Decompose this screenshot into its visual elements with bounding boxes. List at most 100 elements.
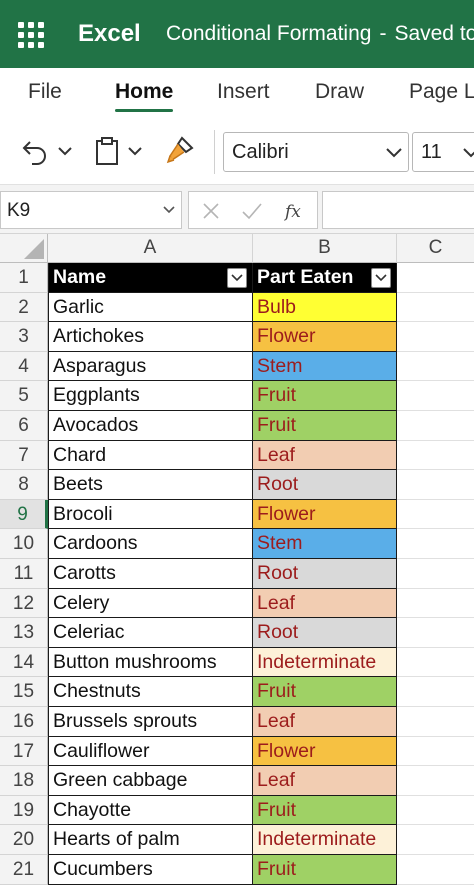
- empty-cell[interactable]: [397, 766, 474, 796]
- name-cell[interactable]: Eggplants: [48, 381, 253, 411]
- part-eaten-cell[interactable]: Fruit: [253, 795, 397, 826]
- row-number[interactable]: 11: [0, 559, 48, 589]
- part-eaten-cell[interactable]: Fruit: [253, 381, 397, 411]
- name-cell[interactable]: Avocados: [48, 411, 253, 441]
- formula-input[interactable]: [322, 191, 474, 229]
- empty-cell[interactable]: [397, 825, 474, 855]
- tab-home[interactable]: Home: [115, 80, 173, 104]
- empty-cell[interactable]: [397, 707, 474, 737]
- row-number[interactable]: 4: [0, 351, 48, 382]
- row-number[interactable]: 14: [0, 647, 48, 678]
- part-eaten-cell[interactable]: Fruit: [253, 855, 397, 885]
- empty-cell[interactable]: [397, 470, 474, 500]
- name-cell[interactable]: Celeriac: [48, 618, 253, 648]
- name-cell[interactable]: Celery: [48, 588, 253, 619]
- name-cell[interactable]: Chayotte: [48, 795, 253, 826]
- tab-insert[interactable]: Insert: [217, 80, 270, 104]
- part-eaten-cell[interactable]: Fruit: [253, 677, 397, 707]
- part-eaten-cell[interactable]: Leaf: [253, 440, 397, 471]
- empty-cell[interactable]: [397, 529, 474, 559]
- fx-icon[interactable]: fx: [283, 199, 307, 223]
- name-cell[interactable]: Hearts of palm: [48, 825, 253, 855]
- part-eaten-cell[interactable]: Flower: [253, 322, 397, 352]
- row-number[interactable]: 8: [0, 470, 48, 500]
- row-number[interactable]: 18: [0, 766, 48, 796]
- filter-dropdown-icon[interactable]: [227, 268, 247, 288]
- check-icon[interactable]: [241, 201, 263, 221]
- name-cell[interactable]: Cucumbers: [48, 855, 253, 885]
- part-eaten-cell[interactable]: Fruit: [253, 411, 397, 441]
- empty-cell[interactable]: [397, 441, 474, 471]
- chevron-down-icon[interactable]: [128, 146, 142, 156]
- header-cell-part[interactable]: Part Eaten: [253, 263, 397, 293]
- name-cell[interactable]: Green cabbage: [48, 766, 253, 796]
- empty-cell[interactable]: [397, 381, 474, 411]
- name-cell[interactable]: Cardoons: [48, 529, 253, 559]
- part-eaten-cell[interactable]: Leaf: [253, 588, 397, 619]
- undo-icon[interactable]: [20, 136, 50, 166]
- row-number[interactable]: 12: [0, 588, 48, 619]
- close-icon[interactable]: [201, 201, 221, 221]
- empty-cell[interactable]: [397, 855, 474, 885]
- part-eaten-cell[interactable]: Indeterminate: [253, 647, 397, 678]
- name-cell[interactable]: Artichokes: [48, 322, 253, 352]
- row-number[interactable]: 7: [0, 440, 48, 471]
- tab-draw[interactable]: Draw: [315, 80, 364, 104]
- font-name-dropdown[interactable]: Calibri: [223, 132, 409, 172]
- name-cell[interactable]: Brussels sprouts: [48, 707, 253, 737]
- row-number[interactable]: 21: [0, 855, 48, 885]
- tab-page-layout[interactable]: Page La: [409, 80, 474, 104]
- row-number[interactable]: 15: [0, 677, 48, 707]
- name-cell[interactable]: Cauliflower: [48, 736, 253, 767]
- name-cell[interactable]: Carotts: [48, 559, 253, 589]
- name-cell[interactable]: Garlic: [48, 292, 253, 323]
- empty-cell[interactable]: [397, 677, 474, 707]
- part-eaten-cell[interactable]: Flower: [253, 736, 397, 767]
- part-eaten-cell[interactable]: Stem: [253, 529, 397, 559]
- part-eaten-cell[interactable]: Indeterminate: [253, 825, 397, 855]
- row-number[interactable]: 6: [0, 411, 48, 441]
- row-number[interactable]: 9: [0, 499, 48, 530]
- part-eaten-cell[interactable]: Root: [253, 618, 397, 648]
- tab-file[interactable]: File: [28, 80, 62, 104]
- font-size-dropdown[interactable]: 11: [412, 132, 474, 172]
- app-launcher-icon[interactable]: [18, 22, 44, 48]
- part-eaten-cell[interactable]: Root: [253, 470, 397, 500]
- name-cell[interactable]: Button mushrooms: [48, 647, 253, 678]
- app-name[interactable]: Excel: [78, 20, 141, 48]
- column-header-a[interactable]: A: [48, 234, 253, 263]
- part-eaten-cell[interactable]: Bulb: [253, 292, 397, 323]
- row-number[interactable]: 1: [0, 263, 48, 293]
- row-number[interactable]: 13: [0, 618, 48, 648]
- name-cell[interactable]: Chestnuts: [48, 677, 253, 707]
- row-number[interactable]: 16: [0, 707, 48, 737]
- name-box[interactable]: K9: [0, 191, 182, 229]
- empty-cell[interactable]: [397, 589, 474, 619]
- empty-cell[interactable]: [397, 796, 474, 826]
- select-all-corner[interactable]: [0, 234, 48, 263]
- name-cell[interactable]: Chard: [48, 440, 253, 471]
- part-eaten-cell[interactable]: Flower: [253, 499, 397, 530]
- part-eaten-cell[interactable]: Stem: [253, 351, 397, 382]
- empty-cell[interactable]: [397, 411, 474, 441]
- empty-cell[interactable]: [397, 500, 474, 530]
- name-cell[interactable]: Brocoli: [48, 499, 253, 530]
- row-number[interactable]: 3: [0, 322, 48, 352]
- filter-dropdown-icon[interactable]: [371, 268, 391, 288]
- row-number[interactable]: 5: [0, 381, 48, 411]
- empty-cell[interactable]: [397, 352, 474, 382]
- row-number[interactable]: 20: [0, 825, 48, 855]
- column-header-b[interactable]: B: [253, 234, 397, 263]
- chevron-down-icon[interactable]: [58, 146, 72, 156]
- part-eaten-cell[interactable]: Leaf: [253, 707, 397, 737]
- spreadsheet-grid[interactable]: A B C 1 Name Part Eaten 2 Garlic Bulb 3 Arti…: [0, 234, 474, 890]
- empty-cell[interactable]: [397, 737, 474, 767]
- format-painter-icon[interactable]: [166, 134, 196, 166]
- row-number[interactable]: 19: [0, 795, 48, 826]
- part-eaten-cell[interactable]: Leaf: [253, 766, 397, 796]
- empty-cell[interactable]: [397, 322, 474, 352]
- name-cell[interactable]: Asparagus: [48, 351, 253, 382]
- empty-cell[interactable]: [397, 618, 474, 648]
- document-title[interactable]: Conditional Formating - Saved to: [166, 22, 474, 46]
- name-cell[interactable]: Beets: [48, 470, 253, 500]
